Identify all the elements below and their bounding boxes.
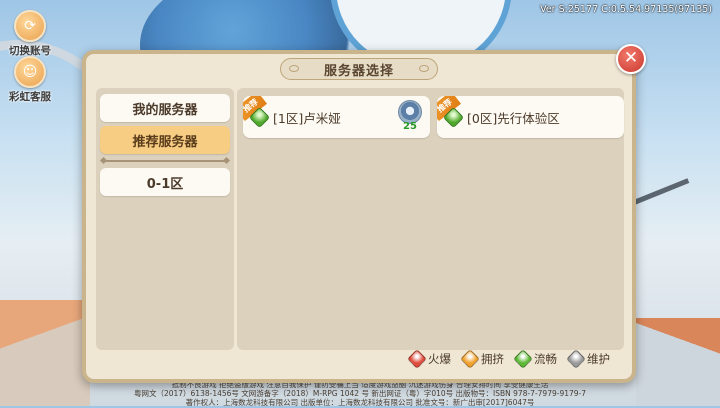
server-select-dialog: 服务器选择 ✕ 我的服务器 推荐服务器 0-1区 推荐 [1区]卢米娅 25 推… xyxy=(82,44,646,383)
legend-hot: 火爆 xyxy=(407,349,451,369)
server-card-lumiya[interactable]: 推荐 [1区]卢米娅 25 xyxy=(243,96,430,138)
customer-service-label: 彩虹客服 xyxy=(9,91,51,103)
server-name: [1区]卢米娅 xyxy=(273,111,341,126)
switch-account-button[interactable]: ⟳ 切换账号 xyxy=(4,10,56,58)
close-button[interactable]: ✕ xyxy=(616,44,646,74)
smooth-status-icon xyxy=(513,349,533,369)
ornament-icon xyxy=(419,65,429,72)
footer-notice-3: 著作权人：上海数龙科技有限公司 出版单位：上海数龙科技有限公司 批准文号：新广出… xyxy=(185,398,535,407)
crowded-status-icon xyxy=(460,349,480,369)
ornament-icon xyxy=(289,65,299,72)
status-legend: 火爆 拥挤 流畅 维护 xyxy=(407,349,610,369)
legend-crowded: 拥挤 xyxy=(460,349,504,369)
legend-label: 拥挤 xyxy=(481,352,504,366)
hot-status-icon xyxy=(407,349,427,369)
legend-label: 维护 xyxy=(587,352,610,366)
account-switch-icon: ⟳ xyxy=(14,10,46,42)
legend-maintenance: 维护 xyxy=(566,349,610,369)
category-divider xyxy=(104,160,226,162)
customer-service-button[interactable]: ☺ 彩虹客服 xyxy=(4,56,56,104)
tab-recommended-servers[interactable]: 推荐服务器 xyxy=(100,126,230,154)
dialog-title: 服务器选择 xyxy=(323,63,394,79)
server-name: [0区]先行体验区 xyxy=(467,111,560,126)
character-level: 25 xyxy=(403,121,417,132)
dialog-title-banner: 服务器选择 xyxy=(280,58,438,80)
customer-service-icon: ☺ xyxy=(14,56,46,88)
tab-my-servers[interactable]: 我的服务器 xyxy=(100,94,230,122)
legend-label: 火爆 xyxy=(428,352,451,366)
background-building-right xyxy=(636,318,720,406)
server-card-preview[interactable]: 推荐 [0区]先行体验区 xyxy=(437,96,624,138)
tab-zone-0-1[interactable]: 0-1区 xyxy=(100,168,230,196)
server-list-panel: 推荐 [1区]卢米娅 25 推荐 [0区]先行体验区 xyxy=(237,88,624,350)
background-building-left xyxy=(0,300,90,406)
legend-label: 流畅 xyxy=(534,352,557,366)
server-category-panel: 我的服务器 推荐服务器 0-1区 xyxy=(96,88,234,350)
maintenance-status-icon xyxy=(566,349,586,369)
legend-smooth: 流畅 xyxy=(513,349,557,369)
version-label: Ver S:25177 C:0.5.54.97135(97135) xyxy=(540,4,712,15)
